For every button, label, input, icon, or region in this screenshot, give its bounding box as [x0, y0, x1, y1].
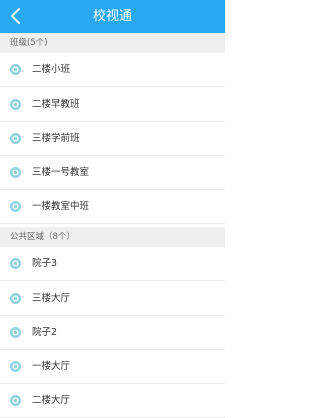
list-item[interactable]: 二楼大厅	[0, 384, 225, 418]
list-item-label: 院子2	[32, 327, 58, 338]
list-item[interactable]: 三楼学前班	[0, 122, 225, 156]
app-header: 校视通	[0, 0, 225, 33]
camera-lens-icon	[10, 99, 21, 110]
list-item[interactable]: 三楼一号教室	[0, 156, 225, 190]
list-item[interactable]: 二楼早教班	[0, 88, 225, 122]
list-item-label: 院子3	[32, 258, 58, 269]
list-item-label: 二楼小班	[32, 64, 71, 75]
camera-lens-icon	[10, 133, 21, 144]
list-item-label: 三楼大厅	[32, 293, 71, 304]
list-item-label: 二楼大厅	[32, 395, 71, 406]
list-item[interactable]: 院子2	[0, 316, 225, 350]
camera-lens-icon	[10, 64, 21, 75]
list-item-label: 三楼一号教室	[32, 167, 90, 178]
list-item-label: 一楼教室中班	[32, 201, 90, 212]
camera-lens-icon	[10, 293, 21, 304]
section-header-public-areas: 公共区域（8个）	[0, 227, 225, 247]
list-item-label: 二楼早教班	[32, 99, 80, 110]
list-item[interactable]: 三楼大厅	[0, 282, 225, 316]
list-item-label: 三楼学前班	[32, 133, 80, 144]
page-title: 校视通	[92, 9, 132, 24]
list-item[interactable]: 二楼小班	[0, 53, 225, 87]
list-item[interactable]: 院子3	[0, 247, 225, 281]
list-item[interactable]: 一楼大厅	[0, 350, 225, 384]
list-item[interactable]: 一楼教室中班	[0, 190, 225, 224]
camera-lens-icon	[10, 167, 21, 178]
list-item-label: 一楼大厅	[32, 361, 71, 372]
camera-lens-icon	[10, 258, 21, 269]
section-header-classes: 班级(5个)	[0, 33, 225, 53]
camera-lens-icon	[10, 201, 21, 212]
camera-lens-icon	[10, 327, 21, 338]
camera-lens-icon	[10, 395, 21, 406]
camera-lens-icon	[10, 361, 21, 372]
